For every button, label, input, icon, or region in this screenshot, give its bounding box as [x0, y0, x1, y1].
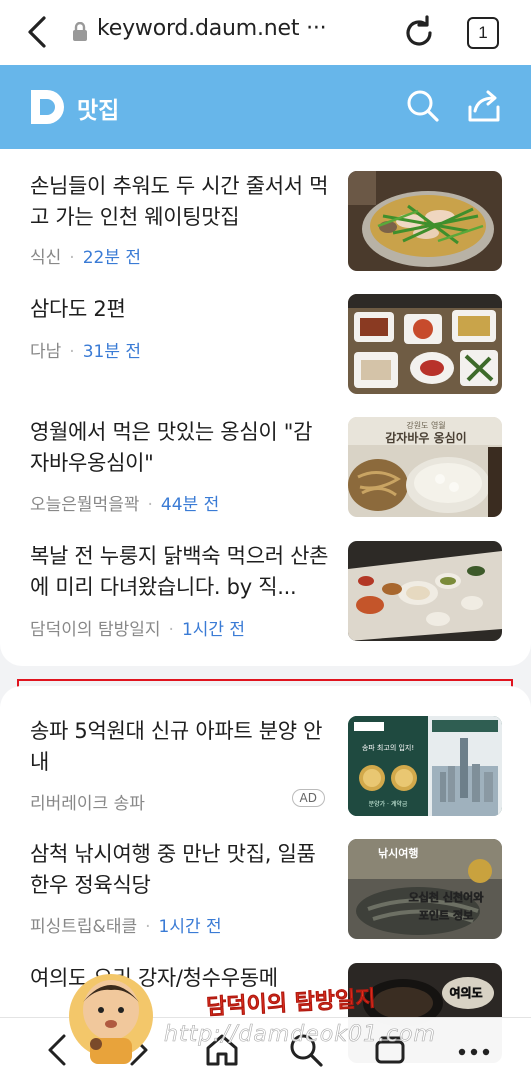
item-meta: 리버레이크 송파 AD — [30, 789, 325, 814]
results-card-1: 손님들이 추워도 두 시간 줄서서 먹고 가는 인천 웨이팅맛집 식신 · 22분 … — [0, 149, 531, 806]
browser-url-bar: keyword.daum.net ··· 1 — [0, 0, 531, 65]
item-source[interactable]: 피싱트립&태클 — [30, 917, 137, 937]
list-item[interactable]: 송파 5억원대 신규 아파트 분양 안내 리버레이크 송파 AD 송파 최고의 … — [30, 716, 502, 816]
tab-count-button[interactable]: 1 — [467, 17, 499, 49]
daum-header: 맛집 — [0, 65, 531, 149]
watermark-url: http://damdeok01.com — [164, 1022, 436, 1048]
lock-icon — [73, 22, 87, 41]
list-item[interactable]: 손님들이 추워도 두 시간 줄서서 먹고 가는 인천 웨이팅맛집 식신 · 22분 … — [30, 171, 502, 271]
item-source[interactable]: 담덕이의 탐방일지 — [30, 620, 161, 640]
thumbnail-ongsimi[interactable]: 강원도 영월 감자바우 옹심이 — [348, 417, 502, 517]
item-title[interactable]: 영월에서 먹은 맛있는 옹심이 "감자바우옹심이" — [30, 417, 330, 479]
list-item[interactable]: 삼다도 2편 다남 · 31분 전 — [30, 294, 502, 394]
url-text[interactable]: keyword.daum.net ··· — [97, 16, 327, 41]
thumb-caption: 낚시여행 — [378, 846, 418, 860]
item-source[interactable]: 리버레이크 송파 — [30, 794, 145, 814]
thumb-caption: 여의도 — [449, 985, 482, 1000]
item-meta: 피싱트립&태클 · 1시간 전 — [30, 917, 222, 937]
item-meta: 오늘은뭘먹을꽉 · 44분 전 — [30, 495, 220, 515]
list-item[interactable]: 삼척 낚시여행 중 만난 맛집, 일품 한우 정육식당 피싱트립&태클 · 1시간 … — [30, 839, 502, 939]
ad-text-line: 송파 최고의 입지! — [362, 743, 414, 752]
back-icon[interactable] — [22, 14, 52, 50]
item-time: 1시간 전 — [158, 917, 222, 937]
thumbnail-apartment-ad[interactable]: 송파 최고의 입지! 분양가 · 계약금 — [348, 716, 502, 816]
item-title[interactable]: 삼다도 2편 — [30, 294, 330, 325]
item-source[interactable]: 오늘은뭘먹을꽉 — [30, 495, 139, 515]
share-icon[interactable] — [466, 89, 502, 123]
watermark-avatar — [69, 974, 153, 1064]
thumb-caption: 감자바우 옹심이 — [385, 430, 466, 445]
item-title[interactable]: 송파 5억원대 신규 아파트 분양 안내 — [30, 716, 330, 778]
search-icon[interactable] — [406, 89, 440, 123]
thumb-caption: 오십천 신천어와 — [409, 890, 484, 904]
daum-logo[interactable] — [29, 88, 67, 126]
item-meta: 담덕이의 탐방일지 · 1시간 전 — [30, 620, 246, 640]
item-meta: 다남 · 31분 전 — [30, 342, 142, 362]
item-title[interactable]: 삼척 낚시여행 중 만난 맛집, 일품 한우 정육식당 — [30, 839, 330, 901]
item-time: 1시간 전 — [181, 620, 246, 640]
list-item[interactable]: 영월에서 먹은 맛있는 옹심이 "감자바우옹심이" 오늘은뭘먹을꽉 · 44분 전 … — [30, 417, 502, 517]
thumbnail-side-dishes[interactable] — [348, 294, 502, 394]
reload-icon[interactable] — [400, 14, 438, 52]
item-source[interactable]: 식신 — [30, 248, 61, 268]
page-title: 맛집 — [77, 98, 120, 124]
item-title[interactable]: 복날 전 누룽지 닭백숙 먹으러 산촌에 미리 다녀왔습니다. by 직... — [30, 541, 330, 603]
thumbnail-fishing[interactable]: 낚시여행 오십천 신천어와 포인트 정보 — [348, 839, 502, 939]
thumb-caption: 포인트 정보 — [419, 908, 473, 922]
ad-text-line: 분양가 · 계약금 — [369, 800, 408, 808]
item-title[interactable]: 손님들이 추워도 두 시간 줄서서 먹고 가는 인천 웨이팅맛집 — [30, 171, 330, 233]
item-time: 31분 전 — [82, 342, 142, 362]
thumbnail-hot-pot[interactable] — [348, 171, 502, 271]
item-time: 22분 전 — [82, 248, 142, 268]
ad-badge: AD — [291, 789, 325, 807]
item-meta: 식신 · 22분 전 — [30, 248, 142, 268]
thumbnail-table-meal[interactable] — [348, 541, 502, 641]
item-time: 44분 전 — [160, 495, 220, 515]
item-source[interactable]: 다남 — [30, 342, 61, 362]
more-icon[interactable] — [454, 1030, 494, 1070]
list-item[interactable]: 복날 전 누룽지 닭백숙 먹으러 산촌에 미리 다녀왔습니다. by 직... … — [30, 541, 502, 641]
thumb-caption-small: 강원도 영월 — [406, 420, 445, 430]
